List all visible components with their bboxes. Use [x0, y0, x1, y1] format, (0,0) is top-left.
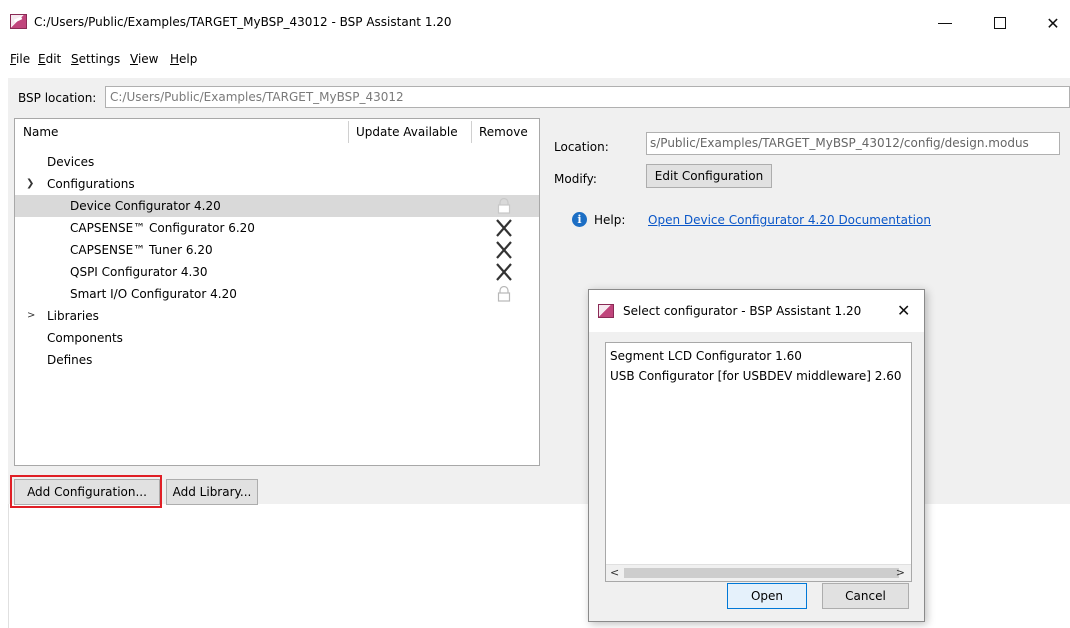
chevron-right-icon[interactable]: > — [27, 310, 35, 321]
tree-item-configurations[interactable]: ❯ Configurations — [15, 173, 539, 195]
location-field[interactable]: s/Public/Examples/TARGET_MyBSP_43012/con… — [646, 132, 1060, 155]
tree-item-qspi-configurator[interactable]: QSPI Configurator 4.30 — [15, 261, 539, 283]
lock-icon — [491, 195, 517, 217]
tree-item-label: Device Configurator 4.20 — [70, 199, 221, 213]
list-item[interactable]: USB Configurator [for USBDEV middleware]… — [610, 369, 902, 383]
location-label: Location: — [554, 140, 609, 154]
column-header-update[interactable]: Update Available — [356, 125, 458, 139]
tree-item-capsense-configurator[interactable]: CAPSENSE™ Configurator 6.20 — [15, 217, 539, 239]
list-item[interactable]: Segment LCD Configurator 1.60 — [610, 349, 802, 363]
menu-view[interactable]: View — [130, 52, 158, 66]
tree-item-label: Components — [47, 331, 123, 345]
menu-help[interactable]: Help — [170, 52, 197, 66]
minimize-button[interactable] — [930, 10, 960, 36]
menu-settings[interactable]: Settings — [71, 52, 120, 66]
dialog-title: Select configurator - BSP Assistant 1.20 — [623, 304, 862, 318]
add-configuration-button[interactable]: Add Configuration... — [14, 479, 160, 505]
close-icon: ✕ — [1046, 13, 1060, 33]
select-configurator-dialog: Select configurator - BSP Assistant 1.20… — [588, 289, 925, 622]
tree-item-label: Configurations — [47, 177, 135, 191]
window-title: C:/Users/Public/Examples/TARGET_MyBSP_43… — [34, 15, 452, 29]
app-icon — [598, 304, 614, 318]
minimize-icon — [938, 22, 952, 24]
open-button[interactable]: Open — [727, 583, 807, 609]
tree-item-smart-io-configurator[interactable]: Smart I/O Configurator 4.20 — [15, 283, 539, 305]
remove-x-icon[interactable] — [491, 217, 517, 239]
modify-label: Modify: — [554, 172, 597, 186]
info-icon: i — [572, 212, 587, 227]
maximize-button[interactable] — [985, 10, 1015, 36]
remove-x-icon[interactable] — [491, 239, 517, 261]
scroll-right-icon[interactable]: > — [896, 566, 905, 579]
bsp-location-label: BSP location: — [18, 91, 97, 105]
window-titlebar: C:/Users/Public/Examples/TARGET_MyBSP_43… — [0, 0, 1070, 46]
dialog-titlebar: Select configurator - BSP Assistant 1.20… — [589, 290, 924, 332]
help-label: Help: — [594, 213, 626, 227]
menu-file[interactable]: File — [10, 52, 30, 66]
configuration-tree[interactable]: Name Update Available Remove Devices ❯ C… — [14, 118, 540, 466]
column-divider — [471, 121, 472, 143]
cancel-button[interactable]: Cancel — [822, 583, 909, 609]
column-header-name[interactable]: Name — [23, 125, 58, 139]
tree-item-components[interactable]: Components — [15, 327, 539, 349]
configurator-list[interactable]: Segment LCD Configurator 1.60 USB Config… — [605, 342, 912, 582]
tree-item-libraries[interactable]: > Libraries — [15, 305, 539, 327]
tree-item-label: Smart I/O Configurator 4.20 — [70, 287, 237, 301]
tree-item-devices[interactable]: Devices — [15, 151, 539, 173]
tree-item-label: Devices — [47, 155, 95, 169]
add-library-button[interactable]: Add Library... — [166, 479, 258, 505]
maximize-icon — [994, 17, 1006, 29]
menu-edit[interactable]: Edit — [38, 52, 61, 66]
tree-item-label: CAPSENSE™ Configurator 6.20 — [70, 221, 255, 235]
edit-configuration-button[interactable]: Edit Configuration — [646, 164, 772, 188]
horizontal-scrollbar[interactable]: < > — [606, 564, 911, 581]
scrollbar-thumb[interactable] — [624, 568, 899, 578]
tree-item-label: CAPSENSE™ Tuner 6.20 — [70, 243, 213, 257]
column-header-remove[interactable]: Remove — [479, 125, 528, 139]
chevron-down-icon[interactable]: ❯ — [26, 178, 34, 189]
app-icon — [10, 14, 27, 29]
close-button[interactable]: ✕ — [1038, 10, 1068, 36]
tree-item-label: Defines — [47, 353, 93, 367]
documentation-link[interactable]: Open Device Configurator 4.20 Documentat… — [648, 213, 931, 227]
column-divider — [348, 121, 349, 143]
remove-x-icon[interactable] — [491, 261, 517, 283]
tree-item-device-configurator[interactable]: Device Configurator 4.20 — [15, 195, 539, 217]
menu-bar: File Edit Settings View Help — [0, 48, 1070, 70]
dialog-close-button[interactable]: ✕ — [897, 301, 910, 320]
bsp-location-field[interactable]: C:/Users/Public/Examples/TARGET_MyBSP_43… — [105, 86, 1070, 108]
tree-item-label: QSPI Configurator 4.30 — [70, 265, 208, 279]
scroll-left-icon[interactable]: < — [610, 566, 619, 579]
tree-item-label: Libraries — [47, 309, 99, 323]
tree-item-defines[interactable]: Defines — [15, 349, 539, 371]
lock-icon — [491, 283, 517, 305]
tree-item-capsense-tuner[interactable]: CAPSENSE™ Tuner 6.20 — [15, 239, 539, 261]
